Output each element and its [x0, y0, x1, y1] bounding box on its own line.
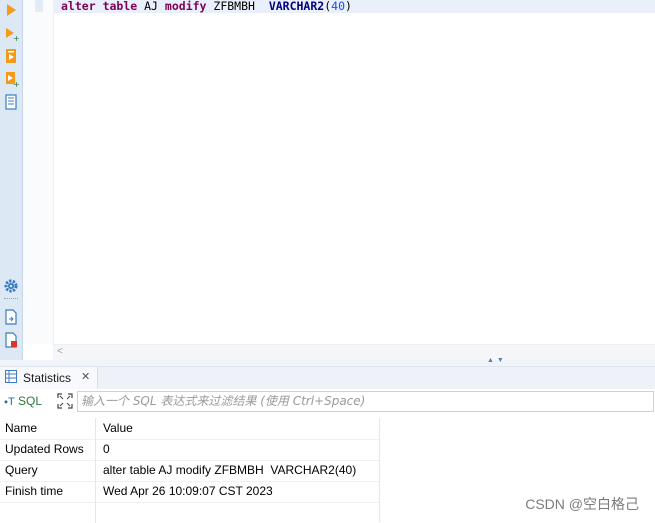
results-panel: Statistics ✕ ⬩T SQL 输入一个 SQL 表达式来过滤结果 (使… — [0, 366, 655, 523]
execute-statement-icon[interactable] — [3, 2, 19, 18]
delete-document-icon[interactable] — [3, 332, 19, 348]
sql-editor[interactable]: + + alter table AJ modify ZFBMBH VARCHAR… — [0, 0, 655, 360]
maximize-restore-arrows-icon[interactable]: ▲▼ — [487, 357, 507, 364]
number-literal: 40 — [331, 0, 345, 13]
column-identifier: ZFBMBH — [213, 0, 255, 13]
editor-side-toolbar: + + — [0, 0, 23, 360]
toolbar-separator — [4, 298, 18, 299]
keyword-table: table — [102, 0, 138, 13]
execute-script-icon[interactable] — [3, 48, 19, 64]
row-value-cell: alter table AJ modify ZFBMBH VARCHAR2(40… — [103, 463, 357, 477]
row-name-cell: Finish time — [0, 481, 96, 502]
statistics-table: Name Value Updated Rows 0 Query alter ta… — [0, 418, 380, 523]
svg-text:+: + — [13, 34, 19, 42]
tab-statistics-label: Statistics — [23, 371, 72, 385]
sql-code-line[interactable]: alter table AJ modify ZFBMBH VARCHAR2(40… — [61, 0, 352, 13]
table-identifier: AJ — [144, 0, 158, 13]
type-varchar2: VARCHAR2 — [268, 0, 325, 13]
settings-icon[interactable] — [3, 278, 19, 294]
table-grid-icon — [5, 370, 17, 383]
explain-plan-icon[interactable] — [3, 94, 19, 110]
tab-statistics[interactable]: Statistics ✕ — [0, 367, 98, 389]
row-name-cell: Updated Rows — [0, 439, 96, 460]
column-header-value[interactable]: Value — [97, 418, 379, 439]
column-header-name[interactable]: Name — [0, 418, 96, 439]
current-line-marker — [35, 0, 43, 12]
scroll-left-arrow-icon[interactable]: < — [57, 346, 63, 357]
horizontal-scrollbar[interactable]: < — [53, 344, 655, 360]
row-name-cell: Query — [0, 460, 96, 481]
export-icon[interactable] — [3, 309, 19, 325]
close-paren: ) — [345, 0, 352, 13]
execute-script-new-tab-icon[interactable]: + — [3, 71, 19, 87]
line-gutter — [23, 0, 54, 344]
table-header-row: Name Value — [0, 418, 379, 440]
table-row[interactable]: Finish time Wed Apr 26 10:09:07 CST 2023 — [0, 481, 379, 503]
table-row[interactable]: Updated Rows 0 — [0, 439, 379, 461]
svg-text:+: + — [13, 80, 19, 87]
sql-mode-icon: ⬩T — [4, 396, 15, 408]
filter-bar: ⬩T SQL 输入一个 SQL 表达式来过滤结果 (使用 Ctrl+Space) — [0, 389, 655, 415]
empty-cell — [0, 502, 96, 523]
keyword-alter: alter — [61, 0, 96, 13]
filter-expression-input[interactable]: 输入一个 SQL 表达式来过滤结果 (使用 Ctrl+Space) — [77, 391, 654, 412]
close-icon[interactable]: ✕ — [81, 370, 90, 383]
table-row[interactable]: Query alter table AJ modify ZFBMBH VARCH… — [0, 460, 379, 482]
table-empty-row — [0, 502, 379, 523]
results-tabbar: Statistics ✕ — [0, 366, 655, 390]
row-value-cell: Wed Apr 26 10:09:07 CST 2023 — [103, 484, 273, 498]
execute-statement-new-tab-icon[interactable]: + — [3, 26, 19, 42]
row-value-cell: 0 — [103, 442, 110, 456]
expand-filter-icon[interactable] — [57, 393, 73, 409]
sql-toggle-label: SQL — [18, 394, 43, 408]
watermark-text: CSDN @空白格己 — [525, 496, 639, 512]
sql-filter-toggle-button[interactable]: ⬩T SQL — [4, 394, 42, 410]
keyword-modify: modify — [164, 0, 207, 13]
